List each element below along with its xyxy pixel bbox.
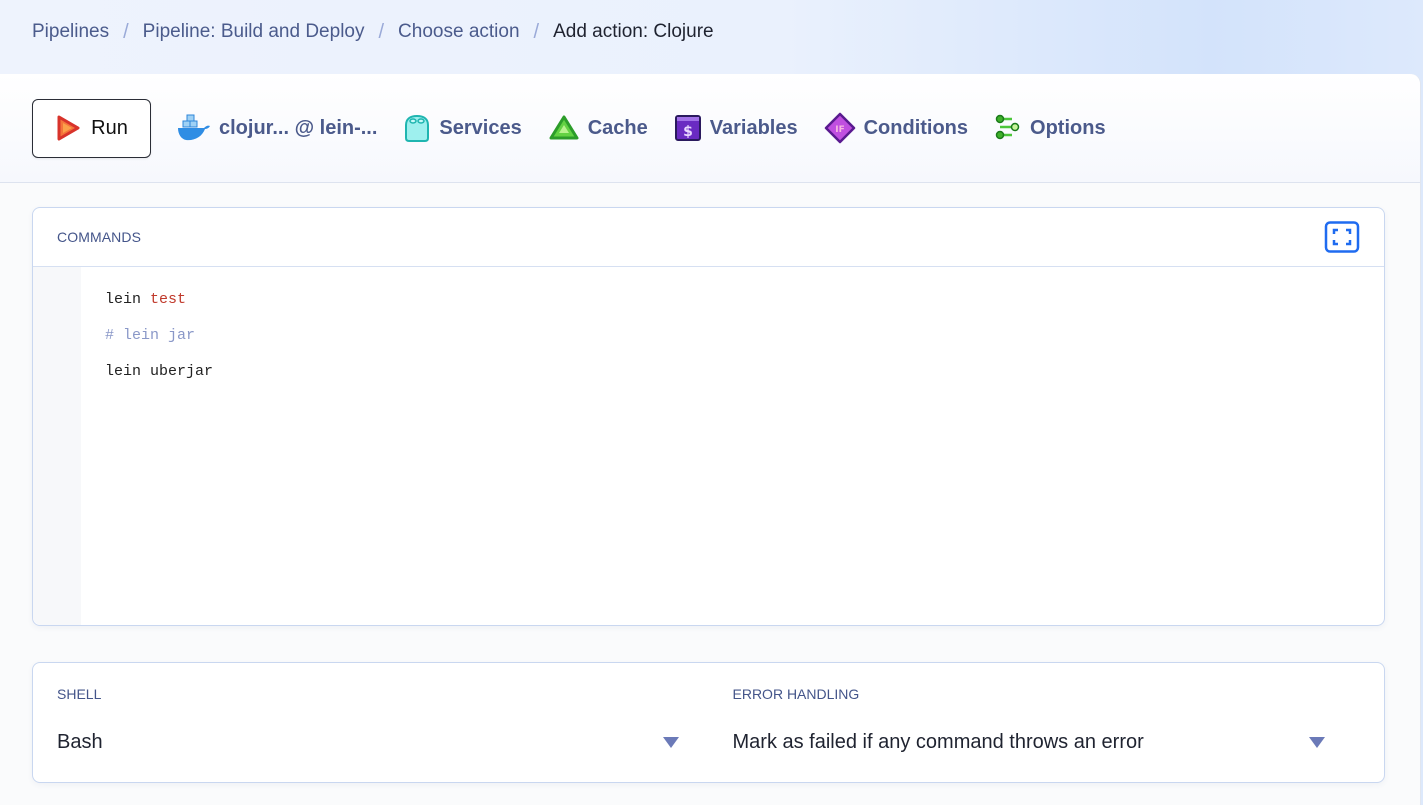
chevron-down-icon[interactable]	[663, 737, 679, 748]
commands-editor[interactable]: lein test # lein jar lein uberjar	[33, 267, 1384, 625]
code-content[interactable]: lein test # lein jar lein uberjar	[105, 289, 213, 397]
svg-text:$: $	[683, 124, 693, 140]
tab-docker-image[interactable]: clojur... @ lein-...	[177, 113, 377, 143]
code-token-comment: # lein jar	[105, 327, 196, 344]
tab-variables[interactable]: $ Variables	[674, 114, 798, 142]
breadcrumb-current: Add action: Clojure	[553, 21, 714, 42]
tab-label: Conditions	[863, 116, 969, 139]
breadcrumb-pipeline[interactable]: Pipeline: Build and Deploy	[143, 21, 365, 43]
editor-gutter	[33, 267, 81, 625]
shell-select[interactable]: SHELL Bash	[33, 663, 709, 782]
breadcrumb-separator: /	[378, 20, 385, 43]
commands-title: COMMANDS	[57, 229, 142, 245]
cache-icon	[549, 115, 579, 140]
code-token: lein uberjar	[105, 363, 214, 380]
commands-card: COMMANDS lein test # lein jar lein uberj…	[32, 207, 1385, 626]
breadcrumb-pipelines[interactable]: Pipelines	[32, 21, 109, 43]
tab-label: clojur... @ lein-...	[219, 116, 378, 139]
action-panel: Run clojur... @ lein-... Services Cache …	[0, 74, 1421, 805]
breadcrumb-choose-action[interactable]: Choose action	[398, 21, 519, 43]
docker-icon	[178, 114, 210, 141]
tab-label: Variables	[709, 116, 798, 139]
shell-value[interactable]: Bash	[57, 731, 103, 754]
run-button[interactable]: Run	[32, 98, 151, 158]
tab-options[interactable]: Options	[994, 114, 1106, 142]
run-label: Run	[91, 116, 128, 139]
tab-label: Services	[439, 116, 522, 139]
tab-conditions[interactable]: IF Conditions	[824, 112, 968, 144]
tab-label: Cache	[587, 116, 648, 139]
conditions-icon: IF	[824, 112, 855, 144]
tab-label: Options	[1030, 116, 1106, 139]
tab-cache[interactable]: Cache	[548, 114, 648, 142]
error-handling-select[interactable]: ERROR HANDLING Mark as failed if any com…	[709, 663, 1385, 782]
execution-options-card: SHELL Bash ERROR HANDLING Mark as failed…	[32, 662, 1385, 783]
code-line: lein test	[105, 289, 213, 325]
fullscreen-icon[interactable]	[1324, 221, 1360, 253]
commands-header: COMMANDS	[33, 208, 1384, 267]
breadcrumb-separator: /	[533, 20, 540, 43]
shell-label: SHELL	[57, 686, 102, 702]
breadcrumb: Pipelines / Pipeline: Build and Deploy /…	[32, 20, 714, 44]
chevron-down-icon[interactable]	[1308, 737, 1325, 748]
breadcrumb-separator: /	[123, 20, 129, 43]
code-line: lein uberjar	[105, 361, 213, 397]
svg-text:IF: IF	[835, 125, 845, 135]
play-icon	[57, 115, 80, 141]
services-icon	[405, 114, 430, 142]
error-handling-label: ERROR HANDLING	[732, 686, 860, 702]
variables-icon: $	[674, 115, 701, 141]
code-line: # lein jar	[105, 325, 213, 361]
tab-services[interactable]: Services	[403, 113, 522, 143]
code-token: lein	[105, 291, 151, 308]
options-icon	[995, 114, 1020, 140]
error-handling-value[interactable]: Mark as failed if any command throws an …	[733, 731, 1144, 754]
action-toolbar: Run clojur... @ lein-... Services Cache …	[0, 74, 1420, 183]
code-token-keyword: test	[150, 291, 187, 308]
